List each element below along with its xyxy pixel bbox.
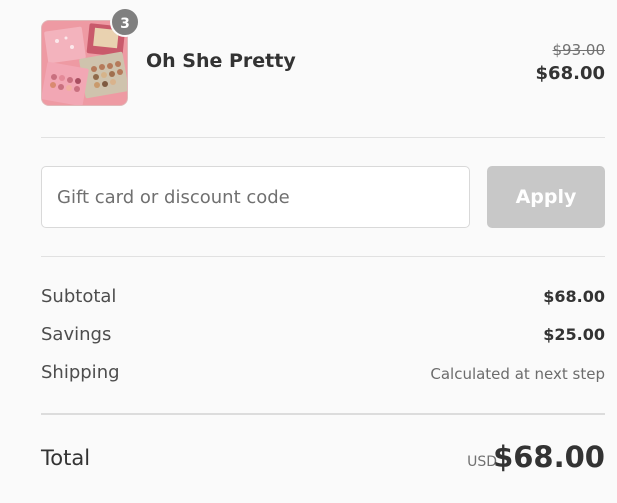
original-price: $93.00 — [552, 41, 606, 59]
subtotal-value: $68.00 — [543, 287, 605, 306]
savings-value: $25.00 — [543, 325, 605, 344]
divider — [41, 137, 605, 138]
shipping-value: Calculated at next step — [430, 365, 605, 383]
order-summary: 3 Oh She Pretty $93.00 $68.00 Apply Subt… — [0, 0, 617, 503]
total-label: Total — [41, 446, 91, 470]
total-amount: $68.00 — [493, 440, 605, 474]
quantity-badge: 3 — [110, 7, 140, 37]
subtotal-label: Subtotal — [41, 286, 117, 307]
divider — [41, 256, 605, 257]
discount-code-input[interactable] — [41, 166, 470, 228]
divider — [41, 413, 605, 415]
product-price: $68.00 — [535, 63, 605, 84]
savings-row: Savings $25.00 — [41, 324, 605, 350]
subtotal-row: Subtotal $68.00 — [41, 286, 605, 312]
shipping-label: Shipping — [41, 362, 120, 383]
product-name: Oh She Pretty — [146, 50, 296, 72]
shipping-row: Shipping Calculated at next step — [41, 362, 605, 388]
savings-label: Savings — [41, 324, 112, 345]
apply-button[interactable]: Apply — [487, 166, 605, 228]
